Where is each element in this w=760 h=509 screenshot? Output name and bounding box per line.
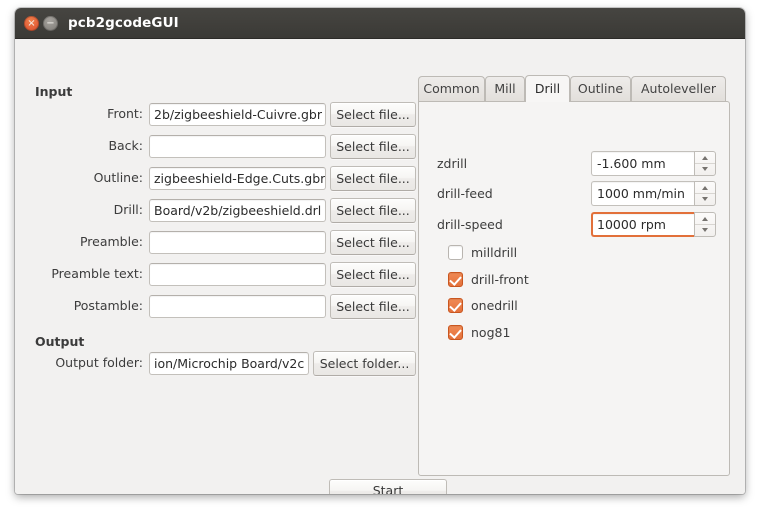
tab-mill[interactable]: Mill — [485, 76, 525, 101]
input-back[interactable] — [149, 135, 326, 158]
label-drill: Drill: — [113, 202, 143, 217]
checkbox-label-milldrill: milldrill — [471, 245, 518, 260]
label-drill-feed: drill-feed — [437, 186, 493, 201]
label-zdrill: zdrill — [437, 156, 468, 171]
drill-tab-panel: zdrill -1.600 mm drill-feed 1000 mm/min — [418, 101, 730, 476]
label-postamble: Postamble: — [73, 298, 143, 313]
spin-down-icon[interactable] — [695, 194, 715, 205]
spin-zdrill-buttons[interactable] — [694, 151, 716, 176]
input-outline[interactable]: zigbeeshield-Edge.Cuts.gbr — [149, 167, 326, 190]
spin-drill-feed-value[interactable]: 1000 mm/min — [591, 181, 694, 206]
tab-outline[interactable]: Outline — [570, 76, 631, 101]
spin-up-icon[interactable] — [695, 213, 715, 225]
label-preamble-text: Preamble text: — [51, 266, 143, 281]
tab-autoleveller[interactable]: Autoleveller — [631, 76, 726, 101]
label-front: Front: — [107, 106, 143, 121]
checkbox-nog81[interactable] — [448, 325, 463, 340]
spin-down-icon[interactable] — [695, 225, 715, 236]
checkbox-label-nog81: nog81 — [471, 325, 511, 340]
select-file-preamble-text-button[interactable]: Select file... — [330, 262, 416, 287]
input-section-title: Input — [35, 84, 73, 99]
tab-common[interactable]: Common — [418, 76, 485, 101]
screen-root: × − pcb2gcodeGUI Input Front: 2b/zigbees… — [0, 0, 760, 509]
spin-zdrill[interactable]: -1.600 mm — [591, 151, 716, 176]
spin-drill-feed[interactable]: 1000 mm/min — [591, 181, 716, 206]
select-file-postamble-button[interactable]: Select file... — [330, 294, 416, 319]
window-client-area: Input Front: 2b/zigbeeshield-Cuivre.gbr … — [15, 39, 745, 494]
select-file-drill-button[interactable]: Select file... — [330, 198, 416, 223]
checkbox-label-onedrill: onedrill — [471, 298, 518, 313]
label-back: Back: — [108, 138, 143, 153]
spin-drill-feed-buttons[interactable] — [694, 181, 716, 206]
checkbox-drill-front[interactable] — [448, 272, 463, 287]
select-file-preamble-button[interactable]: Select file... — [330, 230, 416, 255]
label-outline: Outline: — [93, 170, 143, 185]
select-file-outline-button[interactable]: Select file... — [330, 166, 416, 191]
select-file-front-button[interactable]: Select file... — [330, 102, 416, 127]
spin-drill-speed[interactable]: 10000 rpm — [591, 212, 716, 237]
label-drill-speed: drill-speed — [437, 217, 503, 232]
spin-up-icon[interactable] — [695, 182, 715, 194]
input-postamble[interactable] — [149, 295, 326, 318]
spin-zdrill-value[interactable]: -1.600 mm — [591, 151, 694, 176]
checkbox-onedrill[interactable] — [448, 298, 463, 313]
label-preamble: Preamble: — [79, 234, 143, 249]
tab-drill[interactable]: Drill — [525, 75, 570, 102]
application-window: × − pcb2gcodeGUI Input Front: 2b/zigbees… — [15, 8, 745, 494]
input-drill[interactable]: Board/v2b/zigbeeshield.drl — [149, 199, 326, 222]
close-icon[interactable]: × — [24, 16, 39, 31]
spin-down-icon[interactable] — [695, 164, 715, 175]
window-title: pcb2gcodeGUI — [68, 15, 179, 31]
start-button[interactable]: Start — [329, 479, 447, 494]
close-glyph: × — [27, 18, 36, 29]
input-preamble-text[interactable] — [149, 263, 326, 286]
window-titlebar[interactable]: × − pcb2gcodeGUI — [15, 8, 745, 39]
checkbox-milldrill[interactable] — [448, 245, 463, 260]
minimize-icon[interactable]: − — [43, 16, 58, 31]
select-file-back-button[interactable]: Select file... — [330, 134, 416, 159]
spin-up-icon[interactable] — [695, 152, 715, 164]
settings-notebook: Common Mill Drill Outline Autoleveller z… — [418, 75, 730, 476]
checkbox-label-drill-front: drill-front — [471, 272, 529, 287]
input-front[interactable]: 2b/zigbeeshield-Cuivre.gbr — [149, 103, 326, 126]
output-section-title: Output — [35, 334, 85, 349]
minimize-glyph: − — [46, 18, 55, 29]
spin-drill-speed-buttons[interactable] — [694, 212, 716, 237]
select-folder-button[interactable]: Select folder... — [313, 351, 416, 376]
spin-drill-speed-value[interactable]: 10000 rpm — [591, 212, 694, 237]
input-preamble[interactable] — [149, 231, 326, 254]
label-output-folder: Output folder: — [55, 355, 143, 370]
input-output-folder[interactable]: ion/Microchip Board/v2c — [149, 352, 309, 375]
